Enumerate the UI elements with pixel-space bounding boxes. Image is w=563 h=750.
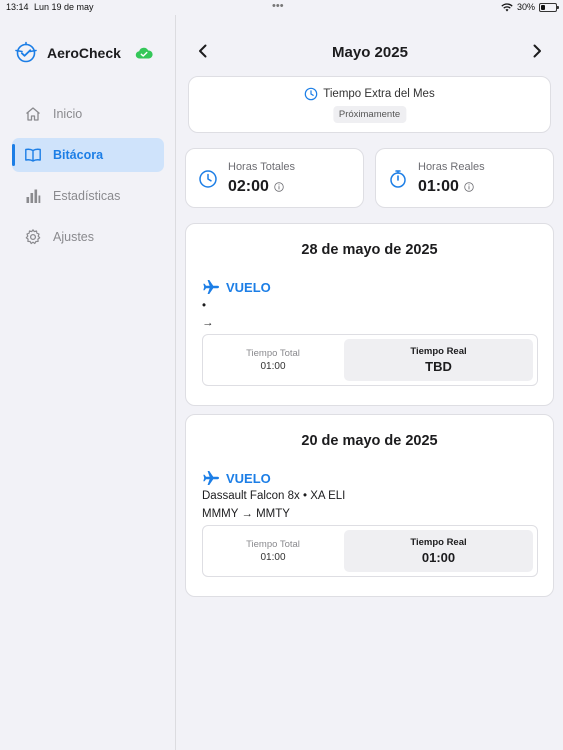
wifi-icon	[501, 2, 513, 11]
clock-icon	[199, 170, 217, 188]
book-icon	[24, 146, 42, 164]
total-hours-label: Horas Totales	[228, 161, 296, 173]
month-header: Mayo 2025	[177, 15, 563, 63]
real-hours-card: Horas Reales 01:00	[375, 148, 554, 208]
battery-level	[541, 4, 546, 10]
flight-entry-card[interactable]: 20 de mayo de 2025 VUELO Dassault Falcon…	[185, 414, 554, 597]
stopwatch-icon	[390, 170, 406, 188]
sidebar-item-label: Ajustes	[53, 230, 94, 244]
total-hours-value: 02:00	[228, 178, 269, 195]
entry-times: Tiempo Total 01:00 Tiempo Real 01:00	[202, 525, 538, 577]
airplane-icon	[203, 471, 219, 485]
sidebar-item-inicio[interactable]: Inicio	[12, 97, 164, 131]
entry-date: 20 de mayo de 2025	[301, 433, 438, 449]
flight-entry-card[interactable]: 28 de mayo de 2025 VUELO • → Tiempo Tota…	[185, 223, 554, 406]
multitasking-dots[interactable]: •••	[272, 0, 284, 12]
entry-type: VUELO	[202, 469, 271, 487]
sidebar-item-estadisticas[interactable]: Estadísticas	[12, 179, 164, 213]
total-time-cell: Tiempo Total 01:00	[203, 335, 343, 385]
month-title: Mayo 2025	[332, 44, 408, 61]
extra-time-label: Tiempo Extra del Mes	[323, 88, 435, 100]
info-icon[interactable]	[464, 182, 474, 192]
real-hours-value: 01:00	[418, 178, 459, 195]
status-indicators: 30%	[501, 2, 559, 12]
total-time-cell: Tiempo Total 01:00	[203, 526, 343, 576]
chart-bars-icon	[24, 187, 42, 205]
cloud-check-icon	[135, 47, 153, 59]
real-time-value: 01:00	[421, 550, 456, 565]
entry-aircraft: Dassault Falcon 8x • XA ELI	[202, 490, 346, 502]
battery-percent: 30%	[516, 2, 535, 12]
real-time-label: Tiempo Real	[410, 346, 467, 357]
sidebar-item-label: Estadísticas	[53, 189, 121, 203]
entry-type-label: VUELO	[226, 470, 271, 486]
total-time-label: Tiempo Total	[246, 348, 300, 359]
main-content: Mayo 2025 Tiempo Extra del Mes Próximame…	[177, 15, 563, 750]
extra-time-title: Tiempo Extra del Mes	[189, 87, 550, 101]
total-time-value: 01:00	[260, 552, 286, 563]
real-hours-label: Horas Reales	[418, 161, 485, 173]
extra-time-card: Tiempo Extra del Mes Próximamente	[188, 76, 551, 133]
entry-date: 28 de mayo de 2025	[301, 242, 438, 258]
clock-icon	[304, 87, 318, 101]
house-icon	[24, 105, 42, 123]
info-icon[interactable]	[274, 182, 284, 192]
sidebar: AeroCheck Inicio Bitácora Estadísticas A…	[0, 15, 176, 750]
real-hours-value-row: 01:00	[418, 178, 474, 196]
real-time-cell: Tiempo Real 01:00	[344, 530, 533, 572]
sidebar-item-bitacora[interactable]: Bitácora	[12, 138, 164, 172]
aerocheck-logo-icon	[15, 41, 37, 63]
status-date: Lun 19 de may	[34, 2, 94, 12]
app-name: AeroCheck	[47, 45, 121, 61]
chevron-right-icon[interactable]	[529, 43, 545, 59]
battery-icon	[539, 2, 559, 12]
coming-soon-badge: Próximamente	[332, 106, 407, 123]
entry-type-label: VUELO	[226, 279, 271, 295]
total-hours-card: Horas Totales 02:00	[185, 148, 364, 208]
entry-route: MMMY → MMTY	[202, 508, 290, 520]
sidebar-item-label: Bitácora	[53, 148, 104, 162]
sidebar-item-label: Inicio	[53, 107, 83, 121]
sidebar-item-ajustes[interactable]: Ajustes	[12, 220, 164, 254]
airplane-icon	[203, 280, 219, 294]
status-bar: 13:14 Lun 19 de may ••• 30%	[0, 0, 563, 15]
total-hours-value-row: 02:00	[228, 178, 284, 196]
real-time-label: Tiempo Real	[410, 537, 467, 548]
active-indicator	[12, 144, 15, 166]
real-time-cell: Tiempo Real TBD	[344, 339, 533, 381]
real-time-value: TBD	[425, 359, 452, 374]
total-time-value: 01:00	[260, 361, 286, 372]
entry-type: VUELO	[202, 278, 271, 296]
entry-times: Tiempo Total 01:00 Tiempo Real TBD	[202, 334, 538, 386]
brand: AeroCheck	[14, 41, 153, 65]
status-time: 13:14	[6, 2, 29, 12]
total-time-label: Tiempo Total	[246, 539, 300, 550]
entry-aircraft: •	[202, 300, 207, 312]
gear-icon	[24, 228, 42, 246]
entry-route: →	[202, 317, 214, 329]
